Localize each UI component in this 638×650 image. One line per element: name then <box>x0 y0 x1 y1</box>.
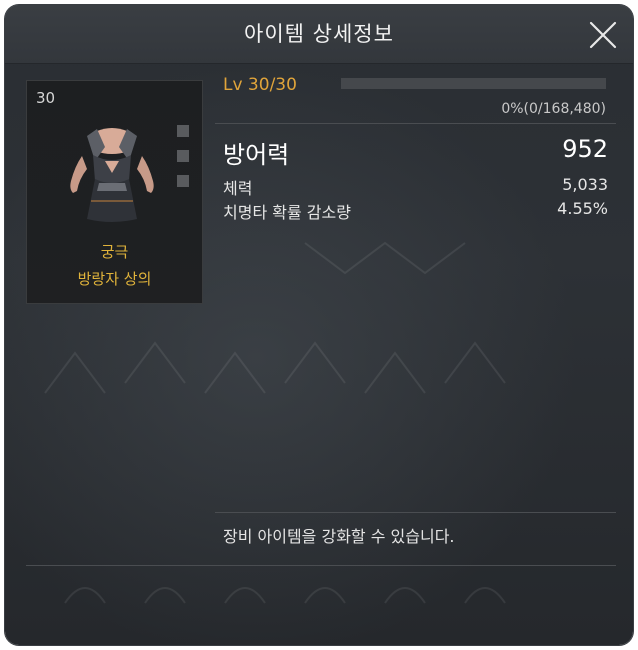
panel-header: 아이템 상세정보 <box>5 5 633 64</box>
enhance-notice: 장비 아이템을 강화할 수 있습니다. <box>223 527 455 546</box>
exp-progress-bar <box>341 78 606 89</box>
exp-text: 0%(0/168,480) <box>501 101 606 117</box>
stat-label: 체력 <box>223 179 253 198</box>
stat-main-label: 방어력 <box>223 141 290 169</box>
stat-value: 4.55% <box>557 199 608 218</box>
item-level: Lv 30/30 <box>223 75 297 95</box>
divider <box>215 512 616 513</box>
socket-slot <box>177 175 189 187</box>
item-name: 방랑자 상의 <box>77 270 152 288</box>
item-detail-panel: 아이템 상세정보 30 궁극 방랑자 상의 Lv 30/30 0%(0/168,… <box>5 5 633 645</box>
close-icon <box>589 21 617 49</box>
stat-value: 5,033 <box>562 175 608 194</box>
socket-slot <box>177 150 189 162</box>
armor-top-icon <box>70 128 154 222</box>
item-card-level: 30 <box>36 89 56 107</box>
stat-main-value: 952 <box>562 135 608 163</box>
close-button[interactable] <box>589 21 617 49</box>
panel-title: 아이템 상세정보 <box>244 22 394 46</box>
socket-slot <box>177 125 189 137</box>
stat-row: 체력 5,033 <box>223 175 608 199</box>
divider <box>26 565 616 566</box>
stat-main: 방어력 952 <box>223 135 608 170</box>
item-card[interactable]: 30 궁극 방랑자 상의 <box>26 80 203 304</box>
stat-label: 치명타 확률 감소량 <box>223 203 351 222</box>
divider <box>215 123 616 124</box>
item-grade: 궁극 <box>100 243 129 261</box>
stat-row: 치명타 확률 감소량 4.55% <box>223 199 608 223</box>
socket-slots <box>177 125 189 200</box>
